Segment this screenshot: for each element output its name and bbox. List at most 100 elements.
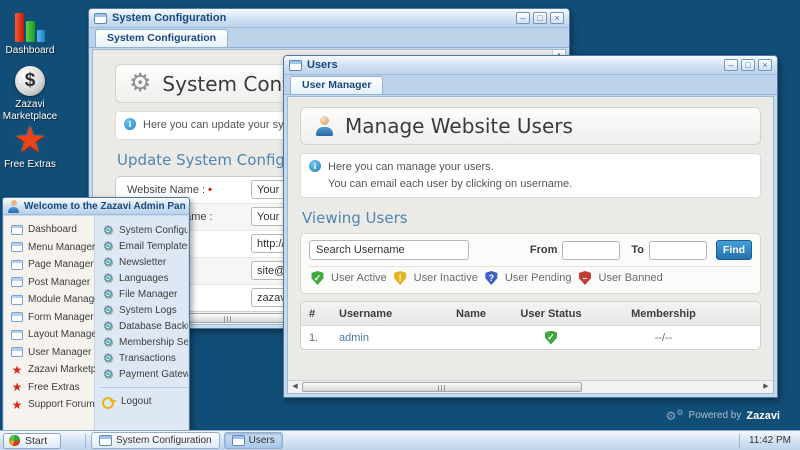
- menu-item-menu-manager[interactable]: Menu Manager: [4, 239, 94, 257]
- scrollbar-thumb[interactable]: [302, 382, 582, 392]
- menu-item-file-manager[interactable]: ⚙File Manager: [95, 286, 188, 302]
- menu-item-payment-gateways[interactable]: ⚙Payment Gateways: [95, 366, 188, 382]
- from-label: From: [530, 244, 558, 256]
- menu-label: Free Extras: [28, 382, 80, 393]
- menu-item-module-manager[interactable]: Module Manager: [4, 291, 94, 309]
- minimize-icon[interactable]: –: [516, 12, 530, 24]
- desktop: Dashboard $ Zazavi Marketplace ★ Free Ex…: [0, 0, 800, 450]
- taskbar: Start System Configuration Users 11:42 P…: [0, 430, 800, 450]
- powered-by-text: Powered by: [689, 410, 742, 421]
- menu-item-system-logs[interactable]: ⚙System Logs: [95, 302, 188, 318]
- title-bar[interactable]: Users – □ ×: [284, 56, 777, 75]
- search-username-input[interactable]: [309, 240, 469, 260]
- menu-label: Form Manager: [28, 312, 94, 323]
- membership-cell: --/--: [591, 332, 736, 344]
- title-bar[interactable]: Welcome to the Zazavi Admin Panel !: [3, 198, 189, 215]
- welcome-right-menu: ⚙System Configuration ⚙Email Templates ⚙…: [95, 216, 188, 436]
- start-label: Start: [25, 435, 47, 447]
- maximize-icon[interactable]: □: [741, 59, 755, 71]
- taskbar-clock: 11:42 PM: [740, 435, 800, 446]
- star-icon: ★: [0, 124, 60, 156]
- find-button[interactable]: Find: [716, 240, 752, 260]
- menu-item-dashboard[interactable]: Dashboard: [4, 221, 94, 239]
- column-header: Username: [329, 308, 431, 320]
- menu-label: Payment Gateways: [119, 369, 188, 380]
- legend-label: User Active: [331, 272, 387, 284]
- task-button-system-configuration[interactable]: System Configuration: [91, 432, 220, 449]
- start-button[interactable]: Start: [3, 433, 61, 449]
- menu-item-email-templates[interactable]: ⚙Email Templates: [95, 238, 188, 254]
- to-input[interactable]: [649, 241, 707, 260]
- username-link[interactable]: admin: [339, 332, 369, 344]
- menu-item-languages[interactable]: ⚙Languages: [95, 270, 188, 286]
- window-icon: [99, 435, 112, 446]
- gear-icon: ⚙: [102, 336, 114, 348]
- window-icon: [289, 60, 302, 71]
- menu-item-newsletter[interactable]: ⚙Newsletter: [95, 254, 188, 270]
- gear-icon: ⚙: [102, 288, 114, 300]
- menu-label: Transactions: [119, 353, 176, 364]
- menu-item-database-backups[interactable]: ⚙Database Backups: [95, 318, 188, 334]
- minimize-icon[interactable]: –: [724, 59, 738, 71]
- close-icon[interactable]: ×: [758, 59, 772, 71]
- row-index: 1.: [301, 332, 329, 344]
- menu-divider: [101, 387, 188, 388]
- menu-item-system-configuration[interactable]: ⚙System Configuration: [95, 222, 188, 238]
- menu-item-transactions[interactable]: ⚙Transactions: [95, 350, 188, 366]
- task-button-users[interactable]: Users: [224, 432, 283, 449]
- gear-icon: ⚙: [129, 71, 151, 96]
- menu-item-zazavi-marketplace[interactable]: ★Zazavi Marketplace: [4, 361, 94, 379]
- title-bar[interactable]: System Configuration – □ ×: [89, 9, 569, 28]
- menu-label: Menu Manager: [28, 242, 95, 253]
- user-active-shield-icon: ✓: [311, 271, 324, 285]
- desktop-icon-free-extras[interactable]: ★ Free Extras: [0, 124, 60, 171]
- users-table: # Username Name User Status Membership U…: [300, 301, 761, 350]
- menu-label: System Configuration: [119, 225, 188, 236]
- task-label: System Configuration: [116, 435, 212, 446]
- menu-item-layout-manager[interactable]: Layout Manager: [4, 326, 94, 344]
- table-header-row: # Username Name User Status Membership U…: [301, 302, 760, 326]
- info-line1: Here you can manage your users.: [328, 161, 494, 173]
- scroll-right-icon[interactable]: ▶: [760, 381, 772, 393]
- menu-label: System Logs: [119, 305, 177, 316]
- from-input[interactable]: [562, 241, 620, 260]
- menu-label: Layout Manager: [28, 329, 100, 340]
- key-icon: [102, 397, 116, 406]
- status-shield-icon: ✓: [545, 331, 558, 345]
- tab-system-configuration[interactable]: System Configuration: [95, 29, 228, 47]
- menu-item-logout[interactable]: Logout: [95, 393, 188, 409]
- desktop-icon-zazavi-marketplace[interactable]: $ Zazavi Marketplace: [0, 66, 60, 122]
- maximize-icon[interactable]: □: [533, 12, 547, 24]
- start-logo-icon: [9, 435, 20, 446]
- scroll-left-icon[interactable]: ◀: [289, 381, 301, 393]
- menu-item-support-forum[interactable]: ★Support Forum: [4, 396, 94, 414]
- menu-item-free-extras[interactable]: ★Free Extras: [4, 379, 94, 397]
- menu-label: Newsletter: [119, 257, 166, 268]
- tab-user-manager[interactable]: User Manager: [290, 76, 383, 94]
- column-header: #: [301, 308, 329, 320]
- menu-item-page-manager[interactable]: Page Manager: [4, 256, 94, 274]
- desktop-icon-label: Free Extras: [0, 159, 60, 171]
- field-label: Website Name :•: [127, 184, 251, 196]
- brand-name: Zazavi: [746, 410, 780, 422]
- menu-item-membership-setup[interactable]: ⚙Membership Setup: [95, 334, 188, 350]
- required-marker: •: [208, 184, 212, 196]
- info-box: i Here you can manage your users. You ca…: [300, 153, 761, 198]
- close-icon[interactable]: ×: [550, 12, 564, 24]
- menu-label: Dashboard: [28, 224, 77, 235]
- menu-item-form-manager[interactable]: Form Manager: [4, 309, 94, 327]
- page-title: Manage Website Users: [345, 114, 573, 138]
- window-icon: [11, 277, 23, 287]
- desktop-icon-dashboard[interactable]: Dashboard: [0, 10, 60, 57]
- menu-item-post-manager[interactable]: Post Manager: [4, 274, 94, 292]
- to-label: To: [631, 244, 644, 256]
- horizontal-scrollbar[interactable]: ◀ ▶: [288, 380, 773, 393]
- menu-item-user-manager[interactable]: User Manager: [4, 344, 94, 362]
- window-icon: [11, 295, 23, 305]
- menu-label: Module Manager: [28, 294, 103, 305]
- gears-icon: ⚙⚙: [666, 409, 684, 422]
- user-inactive-shield-icon: !: [394, 271, 407, 285]
- powered-by: ⚙⚙ Powered by Zazavi: [666, 409, 780, 422]
- menu-label: Database Backups: [119, 321, 188, 332]
- menu-label: Post Manager: [28, 277, 90, 288]
